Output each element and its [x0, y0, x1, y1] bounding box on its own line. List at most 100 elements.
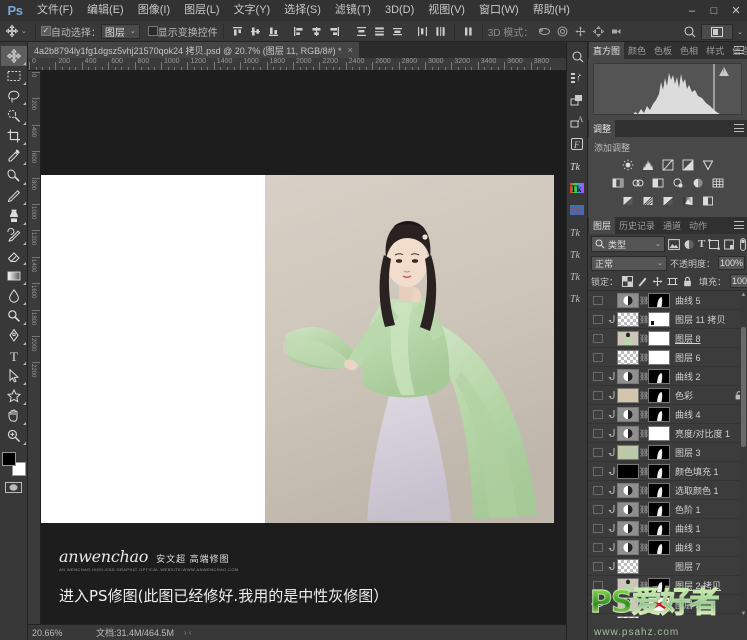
layer-visibility-off-icon[interactable]	[589, 405, 606, 424]
layer-name[interactable]: 图层 8	[675, 332, 701, 345]
layer-visibility-off-icon[interactable]	[589, 424, 606, 443]
horizontal-type-tool[interactable]: T	[1, 346, 27, 366]
menu-window[interactable]: 窗口(W)	[472, 0, 526, 21]
filter-toggle-icon[interactable]	[738, 236, 747, 252]
layer-name[interactable]: 图层 7	[675, 560, 701, 573]
layer-visibility-off-icon[interactable]	[589, 614, 606, 619]
dodge-tool[interactable]	[1, 306, 27, 326]
layer-mask-thumbnail[interactable]	[648, 501, 670, 517]
quick-mask-toggle[interactable]	[4, 481, 24, 494]
layer-visibility-off-icon[interactable]	[589, 291, 606, 310]
menu-help[interactable]: 帮助(H)	[526, 0, 577, 21]
layer-mask-thumbnail[interactable]	[648, 463, 670, 479]
layer-mask-thumbnail[interactable]	[648, 292, 670, 308]
posterize-icon[interactable]	[639, 193, 656, 208]
search-icon[interactable]	[683, 25, 697, 39]
mask-link-icon[interactable]: ⛓	[639, 429, 649, 438]
layer-name[interactable]: 图层 3	[675, 446, 701, 459]
layer-row[interactable]: ⛓ 颜色填充 1	[588, 462, 747, 481]
layer-visibility-off-icon[interactable]	[589, 557, 606, 576]
layer-row[interactable]: 图层 4	[588, 614, 747, 618]
layer-thumbnail[interactable]	[617, 406, 639, 422]
slide-3d-camera-button[interactable]	[590, 23, 607, 40]
adjustment-filter-icon[interactable]	[683, 236, 695, 252]
chevron-down-icon[interactable]: ⌄	[737, 28, 743, 36]
threshold-icon[interactable]	[659, 193, 676, 208]
layer-thumbnail[interactable]	[617, 444, 639, 460]
layer-thumbnail[interactable]	[617, 387, 639, 403]
layer-thumbnail[interactable]	[617, 558, 639, 574]
tab-history[interactable]: 历史记录	[615, 217, 659, 234]
distribute-horizontal-centers-button[interactable]	[432, 23, 449, 40]
layer-thumbnail[interactable]	[617, 596, 639, 612]
text-layer-icon[interactable]: A	[567, 111, 587, 132]
mask-link-icon[interactable]: ⛓	[639, 334, 649, 343]
layer-thumbnail[interactable]	[617, 292, 639, 308]
layer-name[interactable]: 图层 6	[675, 351, 701, 364]
tab-actions[interactable]: 动作	[685, 217, 711, 234]
mask-link-icon[interactable]: ⛓	[639, 353, 649, 362]
hue-saturation-icon[interactable]	[609, 175, 626, 190]
mask-link-icon[interactable]: ⛓	[639, 486, 649, 495]
layer-name[interactable]: 曲线 2	[675, 370, 701, 383]
histogram-warning-icon[interactable]	[719, 67, 729, 76]
layer-thumbnail[interactable]	[617, 349, 639, 365]
layer-visibility-off-icon[interactable]	[589, 443, 606, 462]
layer-mask-thumbnail[interactable]	[648, 387, 670, 403]
blur-tool[interactable]	[1, 286, 27, 306]
layer-visibility-off-icon[interactable]	[589, 386, 606, 405]
layer-visibility-off-icon[interactable]	[589, 462, 606, 481]
layer-row[interactable]: ⛓ 色彩	[588, 386, 747, 405]
tab-channels[interactable]: 通道	[659, 217, 685, 234]
layer-row[interactable]: ⛓ 曲线 3	[588, 538, 747, 557]
gradient-map-icon[interactable]	[679, 193, 696, 208]
tab-swatches[interactable]: 色板	[650, 42, 676, 59]
lock-all-icon[interactable]	[682, 274, 693, 288]
distribute-spacing-button[interactable]	[460, 23, 477, 40]
tab-adjustments[interactable]: 调整	[589, 120, 616, 137]
panel-menu-icon[interactable]	[734, 221, 744, 229]
layer-mask-thumbnail[interactable]	[648, 330, 670, 346]
zoom-tool[interactable]	[1, 426, 27, 446]
layer-name[interactable]: 曲线 1	[675, 522, 701, 535]
curves-icon[interactable]	[659, 157, 676, 172]
rectangular-marquee-tool[interactable]	[1, 66, 27, 86]
color-swatches[interactable]	[1, 452, 26, 476]
layer-visibility-off-icon[interactable]	[589, 348, 606, 367]
tk-extra-icon[interactable]: Tk	[567, 243, 587, 264]
mask-link-icon[interactable]: ⛓	[639, 372, 649, 381]
auto-select-scope-select[interactable]: 图层 ⌄	[100, 23, 140, 39]
exposure-icon[interactable]	[679, 157, 696, 172]
vertical-ruler[interactable]: 0 200 400 600 800 1000 1200 1400 1600 1800 2000 220…	[28, 71, 41, 624]
layer-mask-thumbnail[interactable]	[648, 520, 670, 536]
menu-select[interactable]: 选择(S)	[277, 0, 328, 21]
layer-row[interactable]: ⛓ 图层 6	[588, 348, 747, 367]
layer-mask-thumbnail[interactable]	[648, 596, 670, 612]
minimize-button[interactable]: –	[681, 0, 703, 21]
mask-link-icon[interactable]: ⛓	[639, 581, 649, 590]
selective-color-icon[interactable]	[699, 193, 716, 208]
document-tab[interactable]: 4a2b8794ly1fg1dgsz5vhj21570qok24 拷贝.psd …	[28, 42, 360, 58]
layer-thumbnail[interactable]	[617, 311, 639, 327]
pan-3d-camera-button[interactable]	[572, 23, 589, 40]
invert-icon[interactable]	[619, 193, 636, 208]
fill-value[interactable]: 100%	[730, 274, 747, 288]
layer-mask-thumbnail[interactable]	[648, 444, 670, 460]
pixel-filter-icon[interactable]	[668, 236, 680, 252]
layer-visibility-on-icon[interactable]	[589, 595, 606, 614]
hand-tool[interactable]	[1, 406, 27, 426]
layer-visibility-off-icon[interactable]	[589, 538, 606, 557]
layer-thumbnail[interactable]	[617, 330, 639, 346]
close-icon[interactable]: ×	[348, 45, 353, 55]
menu-layer[interactable]: 图层(L)	[177, 0, 226, 21]
layer-row[interactable]: ⛓ 图层 11 拷贝	[588, 310, 747, 329]
distribute-vertical-centers-button[interactable]	[371, 23, 388, 40]
layer-name[interactable]: 图层 11 拷贝	[675, 313, 725, 326]
tab-hue[interactable]: 色相	[676, 42, 702, 59]
tab-layers[interactable]: 图层	[589, 217, 616, 234]
menu-image[interactable]: 图像(I)	[131, 0, 177, 21]
foreground-color-swatch[interactable]	[1, 452, 16, 466]
align-right-edges-button[interactable]	[326, 23, 343, 40]
menu-3d[interactable]: 3D(D)	[378, 0, 421, 21]
layer-name[interactable]: 亮度/对比度 1	[675, 427, 730, 440]
